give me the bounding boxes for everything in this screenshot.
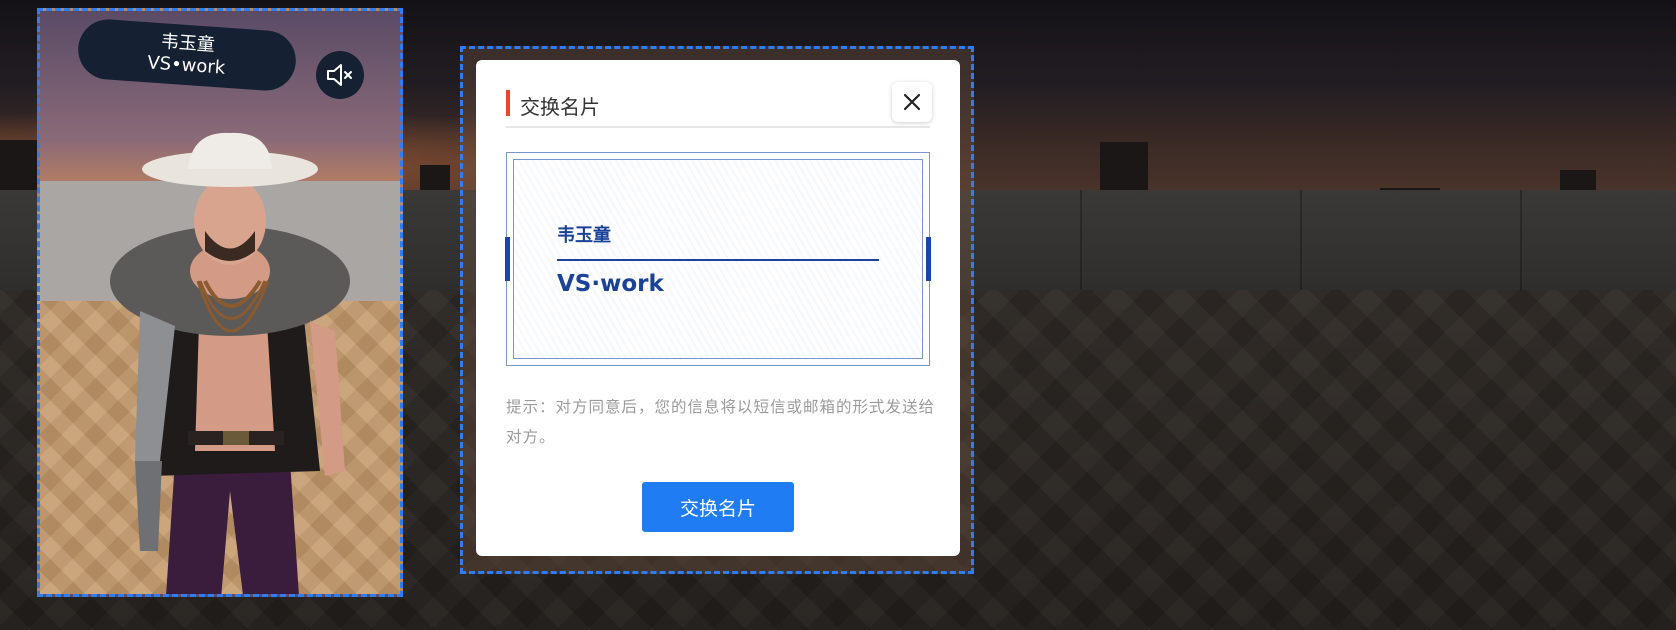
speaker-muted-icon	[327, 64, 352, 86]
wall-seam	[1520, 190, 1522, 290]
hint-text: 提示：对方同意后，您的信息将以短信或邮箱的形式发送给对方。	[506, 398, 936, 446]
card-left-tab	[505, 237, 510, 281]
close-icon	[903, 93, 921, 111]
exchange-card-button[interactable]: 交换名片	[642, 482, 794, 532]
avatar-video-tile[interactable]: 韦玉童 VS•work	[37, 8, 403, 597]
exchange-card-dialog: 交换名片 韦玉童 VS·work 提示：对方同意后，您的信息将以短信或邮箱的形式…	[476, 60, 960, 556]
header-divider	[506, 126, 930, 128]
card-company: VS·work	[557, 271, 664, 297]
card-divider	[557, 259, 879, 261]
dialog-title: 交换名片	[520, 95, 600, 119]
wall-seam	[1080, 190, 1082, 290]
dialog-header: 交换名片	[506, 82, 932, 122]
wall-seam	[1300, 190, 1302, 290]
avatar-figure	[110, 132, 350, 594]
card-name: 韦玉童	[557, 225, 611, 246]
card-right-tab	[926, 237, 931, 281]
avatar-name-plate: 韦玉童 VS•work	[76, 17, 298, 93]
mute-toggle-button[interactable]	[316, 51, 364, 99]
title-accent-bar	[506, 90, 510, 116]
business-card-preview: 韦玉童 VS·work	[505, 152, 931, 366]
close-button[interactable]	[892, 82, 932, 122]
